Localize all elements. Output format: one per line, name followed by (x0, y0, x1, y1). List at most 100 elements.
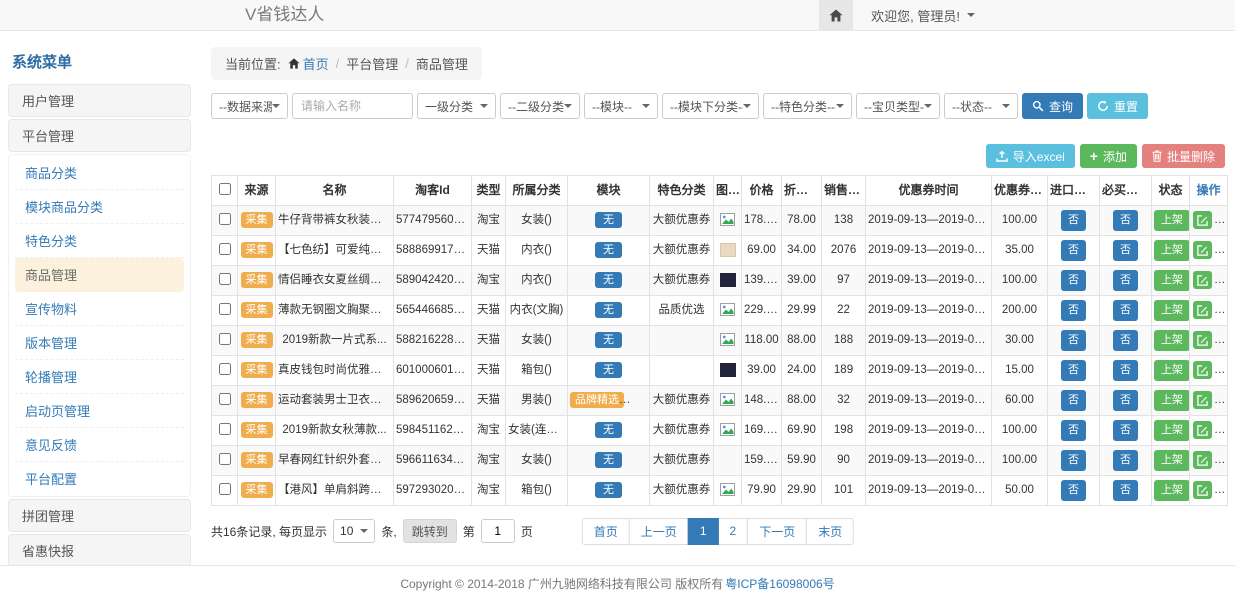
status-button[interactable]: 上架 (1154, 360, 1190, 381)
must-buy-toggle[interactable]: 否 (1113, 330, 1138, 351)
must-buy-toggle[interactable]: 否 (1113, 210, 1138, 231)
breadcrumb-home-link[interactable]: 首页 (303, 54, 329, 73)
edit-button[interactable] (1193, 481, 1212, 499)
per-page-select[interactable]: 10 (333, 519, 375, 543)
must-buy-toggle[interactable]: 否 (1113, 480, 1138, 501)
status-button[interactable]: 上架 (1154, 420, 1190, 441)
row-checkbox[interactable] (219, 363, 231, 375)
row-checkbox[interactable] (219, 483, 231, 495)
row-checkbox[interactable] (219, 453, 231, 465)
row-checkbox[interactable] (219, 213, 231, 225)
import-select-toggle[interactable]: 否 (1061, 300, 1086, 321)
filter-select[interactable]: --二级分类-- (500, 93, 580, 119)
sidebar-item[interactable]: 特色分类 (15, 224, 184, 258)
sidebar-item[interactable]: 启动页管理 (15, 394, 184, 428)
pager-button[interactable]: 2 (718, 518, 749, 545)
pager-button[interactable]: 1 (688, 518, 719, 545)
row-checkbox[interactable] (219, 243, 231, 255)
sidebar-item[interactable]: 商品管理 (15, 258, 184, 292)
pager-button[interactable]: 末页 (806, 518, 854, 545)
edit-button[interactable] (1193, 361, 1212, 379)
cell-icon (714, 236, 742, 266)
must-buy-toggle[interactable]: 否 (1113, 420, 1138, 441)
home-button[interactable] (819, 0, 853, 30)
row-checkbox[interactable] (219, 333, 231, 345)
filter-select[interactable]: --状态-- (944, 93, 1018, 119)
filter-select[interactable]: 一级分类 (417, 93, 496, 119)
sidebar-item[interactable]: 宣传物料 (15, 292, 184, 326)
add-button[interactable]: + 添加 (1080, 144, 1137, 168)
status-button[interactable]: 上架 (1154, 210, 1190, 231)
sidebar-item[interactable]: 轮播管理 (15, 360, 184, 394)
filter-select[interactable]: --特色分类-- (763, 93, 852, 119)
import-excel-button[interactable]: 导入excel (986, 144, 1075, 168)
sidebar-item[interactable]: 模块商品分类 (15, 190, 184, 224)
jump-button[interactable]: 跳转到 (403, 519, 457, 543)
sidebar-item[interactable]: 版本管理 (15, 326, 184, 360)
import-select-toggle[interactable]: 否 (1061, 240, 1086, 261)
edit-button[interactable] (1193, 421, 1212, 439)
edit-button[interactable] (1193, 451, 1212, 469)
jump-page-input[interactable] (481, 519, 515, 543)
status-button[interactable]: 上架 (1154, 330, 1190, 351)
import-select-toggle[interactable]: 否 (1061, 210, 1086, 231)
edit-button[interactable] (1193, 271, 1212, 289)
caret-down-icon (564, 104, 572, 108)
pager-button[interactable]: 下一页 (747, 518, 807, 545)
column-header: 特色分类 (650, 176, 714, 206)
caret-down-icon (836, 104, 844, 108)
must-buy-toggle[interactable]: 否 (1113, 390, 1138, 411)
must-buy-toggle[interactable]: 否 (1113, 300, 1138, 321)
sidebar-item[interactable]: 商品分类 (15, 156, 184, 190)
must-buy-toggle[interactable]: 否 (1113, 360, 1138, 381)
status-button[interactable]: 上架 (1154, 300, 1190, 321)
sidebar-item[interactable]: 省惠快报 (8, 534, 191, 565)
sidebar-item[interactable]: 平台管理 (8, 119, 191, 152)
search-button[interactable]: 查询 (1022, 93, 1083, 119)
edit-button[interactable] (1193, 241, 1212, 259)
must-buy-toggle[interactable]: 否 (1113, 270, 1138, 291)
import-select-toggle[interactable]: 否 (1061, 420, 1086, 441)
edit-button[interactable] (1193, 331, 1212, 349)
sidebar-item[interactable]: 平台配置 (15, 462, 184, 495)
filter-select[interactable]: --模块-- (584, 93, 658, 119)
status-button[interactable]: 上架 (1154, 450, 1190, 471)
column-header: 类型 (472, 176, 506, 206)
must-buy-toggle[interactable]: 否 (1113, 450, 1138, 471)
edit-button[interactable] (1193, 301, 1212, 319)
filter-select[interactable]: --模块下分类-- (662, 93, 759, 119)
sidebar-item[interactable]: 用户管理 (8, 84, 191, 117)
icp-link[interactable]: 粤ICP备16098006号 (725, 575, 834, 592)
status-button[interactable]: 上架 (1154, 240, 1190, 261)
pager-button[interactable]: 上一页 (629, 518, 689, 545)
status-button[interactable]: 上架 (1154, 480, 1190, 501)
row-checkbox[interactable] (219, 303, 231, 315)
row-checkbox[interactable] (219, 393, 231, 405)
import-select-toggle[interactable]: 否 (1061, 390, 1086, 411)
import-select-toggle[interactable]: 否 (1061, 480, 1086, 501)
row-checkbox[interactable] (219, 423, 231, 435)
name-search-input[interactable] (292, 93, 413, 119)
import-select-toggle[interactable]: 否 (1061, 360, 1086, 381)
filter-select[interactable]: --宝贝类型-- (856, 93, 940, 119)
user-menu[interactable]: 欢迎您, 管理员! (853, 6, 1235, 25)
import-select-toggle[interactable]: 否 (1061, 270, 1086, 291)
sidebar-item[interactable]: 拼团管理 (8, 499, 191, 532)
edit-button[interactable] (1193, 391, 1212, 409)
select-all-checkbox[interactable] (219, 183, 231, 195)
batch-delete-button[interactable]: 批量删除 (1142, 144, 1225, 168)
source-badge: 采集 (241, 212, 273, 228)
reset-button[interactable]: 重置 (1087, 93, 1148, 119)
status-button[interactable]: 上架 (1154, 270, 1190, 291)
cell-sales: 32 (822, 386, 866, 416)
must-buy-toggle[interactable]: 否 (1113, 240, 1138, 261)
filter-select[interactable]: --数据来源-- (211, 93, 288, 119)
pager-button[interactable]: 首页 (582, 518, 630, 545)
row-checkbox[interactable] (219, 273, 231, 285)
cell-special-category (650, 326, 714, 356)
sidebar-item[interactable]: 意见反馈 (15, 428, 184, 462)
edit-button[interactable] (1193, 211, 1212, 229)
import-select-toggle[interactable]: 否 (1061, 330, 1086, 351)
status-button[interactable]: 上架 (1154, 390, 1190, 411)
import-select-toggle[interactable]: 否 (1061, 450, 1086, 471)
